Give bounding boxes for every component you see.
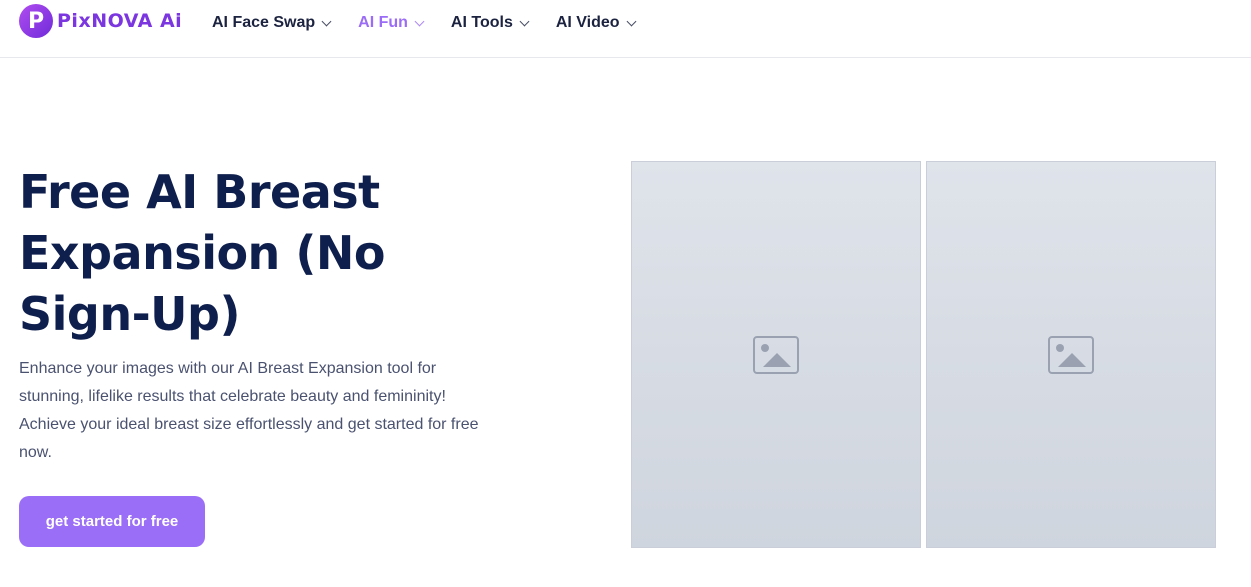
nav-item-label: AI Fun [358,14,408,31]
brand-logo[interactable]: P PixNOVA Ai [19,4,182,38]
nav-item-ai-face-swap[interactable]: AI Face Swap [212,12,332,34]
nav-item-ai-fun[interactable]: AI Fun [358,12,425,34]
image-placeholder-icon [1048,335,1094,374]
chevron-down-icon [519,16,530,26]
nav-item-ai-video[interactable]: AI Video [555,12,637,34]
page-title: Free AI Breast Expansion (No Sign-Up) [19,165,385,341]
example-image-before-placeholder [631,161,921,548]
example-image-after-placeholder [926,161,1216,548]
nav-item-label: AI Video [555,14,620,31]
nav-item-ai-tools[interactable]: AI Tools [450,12,530,34]
nav-item-label: AI Tools [450,14,513,31]
top-navigation-bar: P PixNOVA Ai AI Face Swap AI Fun AI Tool… [0,0,1251,58]
hero-description: Enhance your images with our AI Breast E… [19,360,479,461]
brand-name: PixNOVA Ai [57,10,183,32]
chevron-down-icon [626,16,637,26]
main-nav: AI Face Swap AI Fun AI Tools AI Video [212,12,637,34]
chevron-down-icon [321,16,332,26]
nav-item-label: AI Face Swap [212,14,316,31]
logo-icon: P [19,4,53,38]
get-started-button[interactable]: get started for free [19,496,205,547]
chevron-down-icon [414,16,425,26]
image-placeholder-icon [753,335,799,374]
